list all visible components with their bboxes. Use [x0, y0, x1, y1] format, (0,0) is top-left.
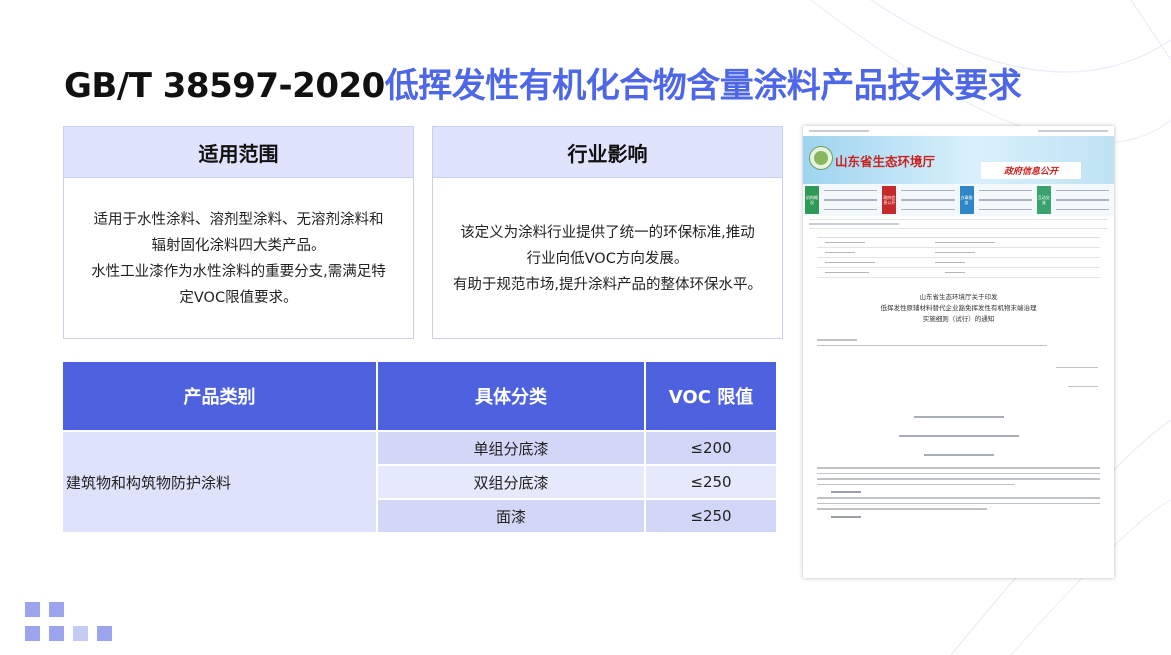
subcategory-cell: 双组分底漆 [377, 464, 646, 499]
site-name: 山东省生态环境厅 [835, 154, 936, 169]
decorative-square [25, 602, 40, 617]
nav-block: 互动交流 [1036, 186, 1051, 214]
screenshot-banner: 山东省生态环境厅 政府信息公开 [803, 136, 1114, 184]
table-row: 建筑物和构筑物防护涂料 单组分底漆 ≤200 [63, 430, 776, 532]
impact-line: 有助于规范市场,提升涂料产品的整体环保水平。 [452, 276, 763, 293]
scope-line: 辐射固化涂料四大类产品。 [151, 237, 326, 254]
decorative-square [73, 626, 88, 641]
nav-block: 机构概况 [805, 186, 819, 214]
category-cell: 建筑物和构筑物防护涂料 [63, 430, 378, 532]
header-product-category: 产品类别 [63, 362, 378, 431]
scope-line: 定VOC限值要求。 [179, 289, 298, 306]
voc-cell: ≤200 [645, 430, 776, 465]
impact-card-heading: 行业影响 [433, 127, 782, 178]
breadcrumb [809, 223, 899, 225]
decorative-square [97, 626, 112, 641]
notice-body [817, 339, 1100, 346]
decorative-square [49, 626, 64, 641]
subcategory-cell: 面漆 [377, 498, 646, 532]
government-notice-screenshot: 山东省生态环境厅 政府信息公开 机构概况 政府信息公开 办事服务 互动交流 山东… [803, 126, 1114, 578]
scope-card-heading: 适用范围 [64, 127, 413, 178]
impact-card: 行业影响 该定义为涂料行业提供了统一的环保标准,推动 行业向低VOC方向发展。 … [432, 126, 783, 339]
header-voc-limit: VOC 限值 [645, 362, 776, 431]
impact-line: 行业向低VOC方向发展。 [526, 250, 689, 267]
attachment-title [803, 406, 1114, 463]
header-subcategory: 具体分类 [377, 362, 646, 431]
nav-block: 政府信息公开 [882, 186, 897, 214]
subcategory-cell: 单组分底漆 [377, 430, 646, 465]
standard-code: GB/T 38597-2020 [64, 66, 385, 106]
scope-line: 适用于水性涂料、溶剂型涂料、无溶剂涂料和 [93, 211, 384, 228]
voc-limits-table: 产品类别 具体分类 VOC 限值 建筑物和构筑物防护涂料 单组分底漆 ≤200 … [63, 362, 776, 532]
decorative-square [49, 602, 64, 617]
page-title: GB/T 38597-2020低挥发性有机化合物含量涂料产品技术要求 [64, 58, 1022, 107]
impact-card-body: 该定义为涂料行业提供了统一的环保标准,推动 行业向低VOC方向发展。 有助于规范… [433, 178, 782, 339]
attachment-body [817, 467, 1100, 485]
voc-cell: ≤250 [645, 498, 776, 532]
document-metadata-table [817, 237, 1100, 278]
screenshot-nav: 机构概况 政府信息公开 办事服务 互动交流 [803, 184, 1114, 216]
standard-name: 低挥发性有机化合物含量涂料产品技术要求 [384, 66, 1022, 106]
impact-line: 该定义为涂料行业提供了统一的环保标准,推动 [460, 224, 755, 241]
emblem-icon [809, 146, 833, 170]
scope-card-body: 适用于水性涂料、溶剂型涂料、无溶剂涂料和 辐射固化涂料四大类产品。 水性工业漆作… [64, 178, 413, 339]
table-header-row: 产品类别 具体分类 VOC 限值 [63, 362, 776, 431]
nav-block: 办事服务 [959, 186, 974, 214]
screenshot-top-bar [803, 126, 1114, 136]
notice-heading: 山东省生态环境厅关于印发 低挥发性原辅材料替代企业豁免挥发性有机物末端治理 实施… [880, 293, 1037, 323]
banner-label: 政府信息公开 [981, 162, 1081, 179]
notice-signature [803, 356, 1098, 394]
scope-card: 适用范围 适用于水性涂料、溶剂型涂料、无溶剂涂料和 辐射固化涂料四大类产品。 水… [63, 126, 414, 339]
decorative-square [25, 626, 40, 641]
scope-line: 水性工业漆作为水性涂料的重要分支,需满足特 [91, 263, 386, 280]
voc-cell: ≤250 [645, 464, 776, 499]
